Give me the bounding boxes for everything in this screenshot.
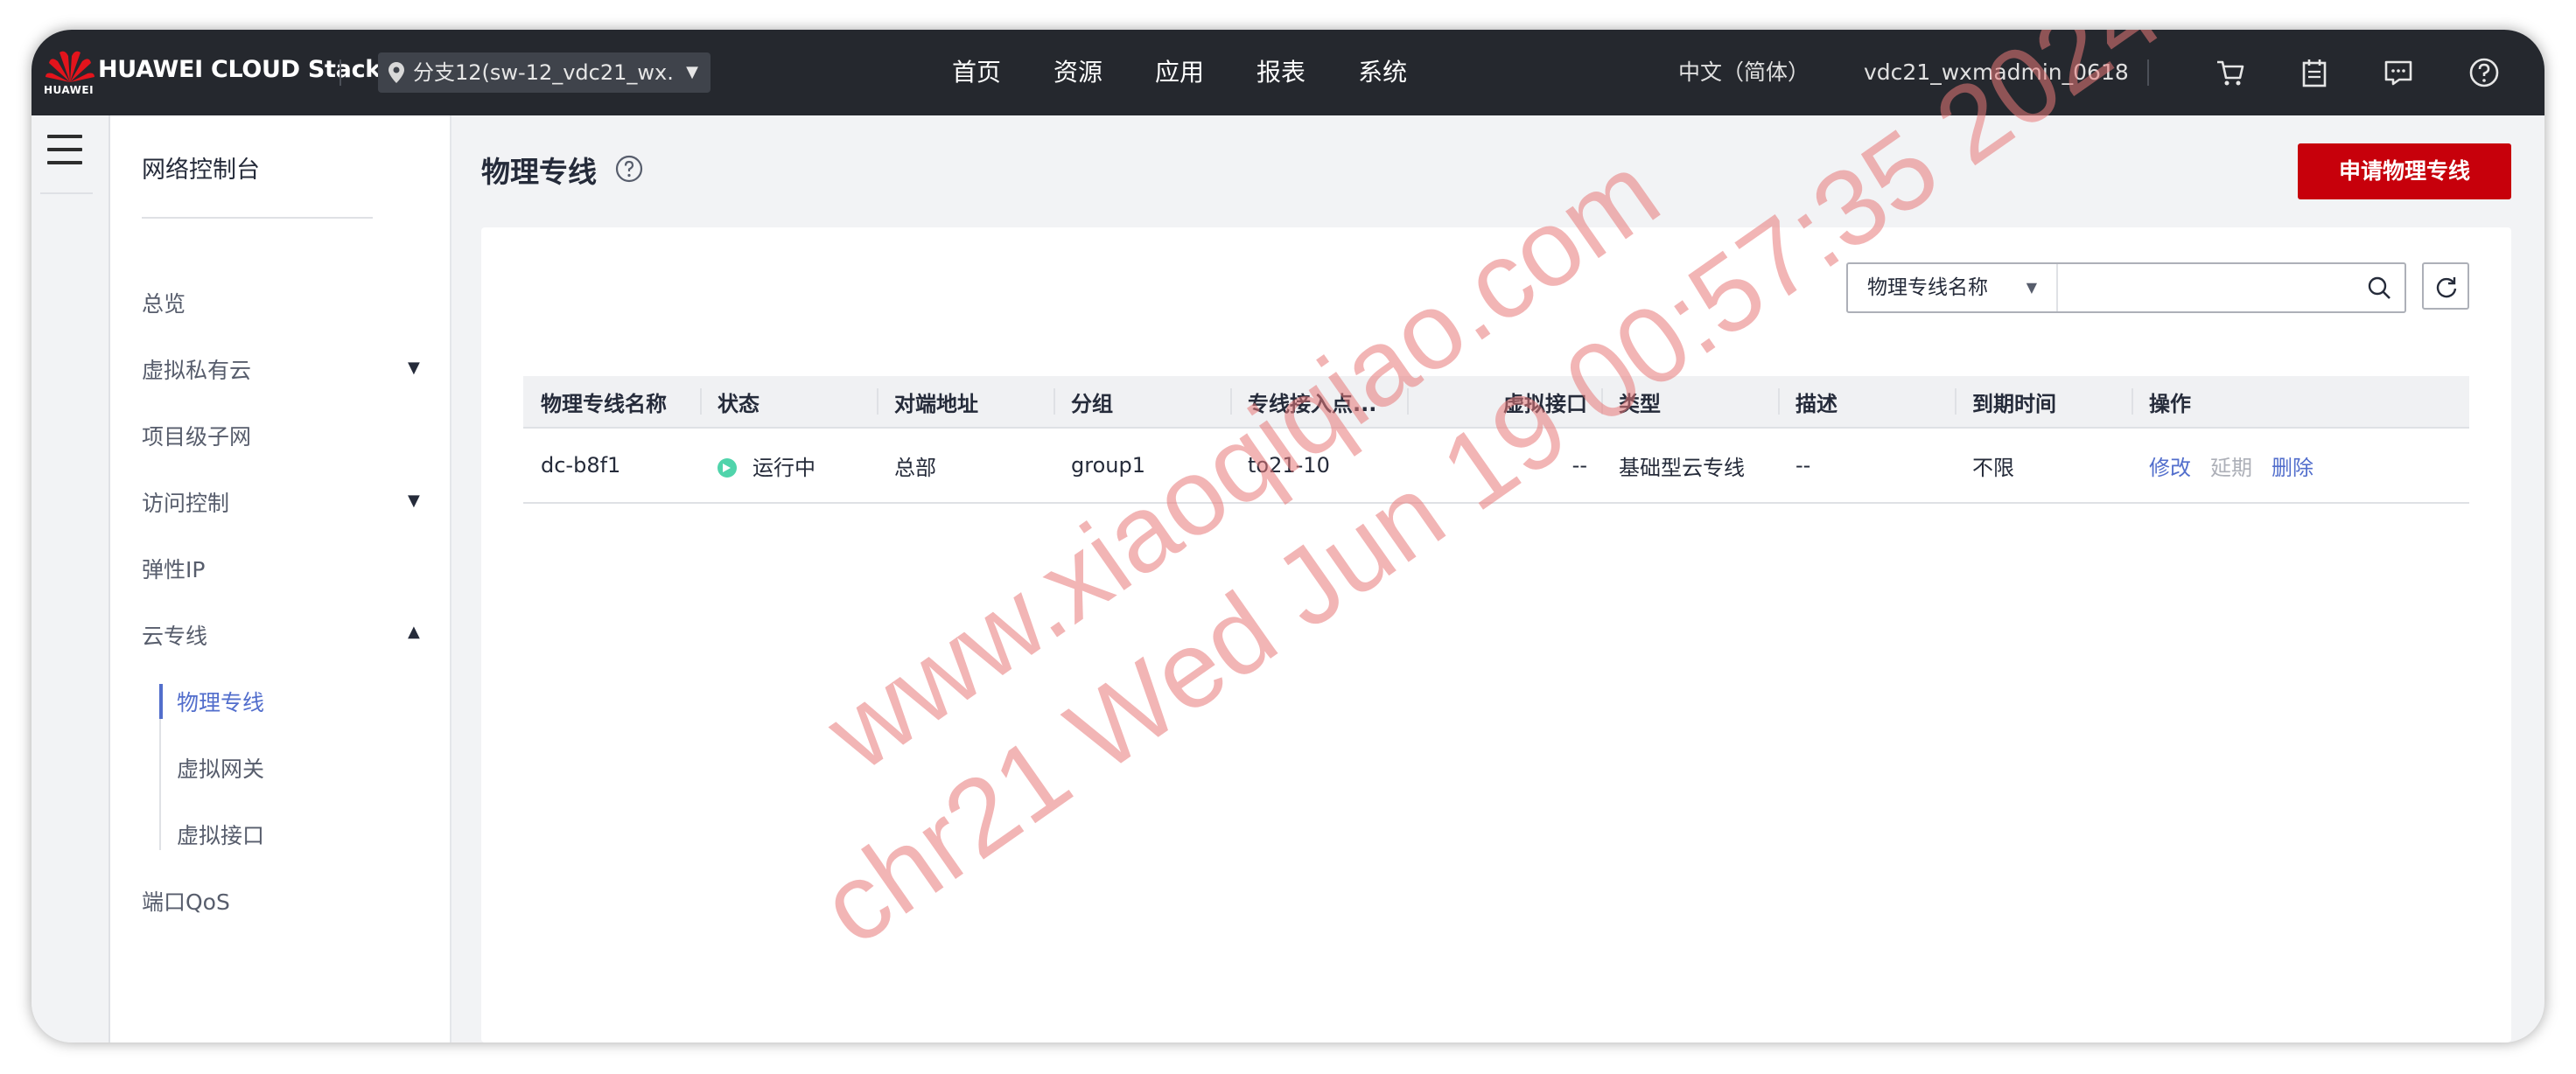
sidebar-item-vpc[interactable]: 虚拟私有云 (142, 353, 251, 385)
active-indicator (159, 684, 163, 719)
huawei-logo[interactable] (44, 44, 96, 107)
search-input[interactable] (2060, 264, 2361, 313)
search-icon[interactable] (2366, 275, 2392, 301)
search-field-label: 物理专线名称 (1867, 276, 1988, 299)
sidebar-item-virtual-gateway[interactable]: 虚拟网关 (177, 752, 264, 784)
cell-actions: 修改 延期 删除 (2132, 428, 2469, 504)
menu-icon[interactable] (47, 135, 82, 164)
calendar-icon[interactable] (2298, 56, 2331, 89)
divider (40, 192, 93, 194)
chevron-up-icon[interactable]: ▲ (408, 623, 420, 641)
sidebar-title: 网络控制台 (142, 157, 260, 184)
column-header[interactable]: 状态 (700, 376, 877, 429)
delete-link[interactable]: 删除 (2272, 456, 2314, 480)
modify-link[interactable]: 修改 (2149, 456, 2191, 480)
chevron-down-icon: ▼ (2026, 279, 2037, 296)
chevron-down-icon[interactable]: ▼ (408, 492, 420, 510)
cell-expiry: 不限 (1955, 428, 2132, 504)
search-box: 物理专线名称 ▼ (1846, 262, 2406, 313)
sidebar-item-virtual-interface[interactable]: 虚拟接口 (177, 819, 264, 850)
column-header: 操作 (2132, 376, 2469, 429)
nav-home[interactable]: 首页 (952, 30, 1001, 115)
nav-applications[interactable]: 应用 (1155, 30, 1204, 115)
sidebar-item-port-qos[interactable]: 端口QoS (142, 885, 230, 917)
status-label: 运行中 (752, 455, 816, 480)
nav-system[interactable]: 系统 (1358, 30, 1407, 115)
sidebar-item-eip[interactable]: 弹性IP (142, 553, 205, 584)
region-selector[interactable]: 分支12(sw-12_vdc21_wx... ▼ (378, 52, 710, 93)
divider (340, 59, 341, 86)
nav-resources[interactable]: 资源 (1054, 30, 1102, 115)
page-title: 物理专线 (481, 155, 597, 189)
nav-reports[interactable]: 报表 (1256, 30, 1306, 115)
apply-physical-line-button[interactable]: 申请物理专线 (2298, 143, 2511, 199)
column-header[interactable]: 到期时间 (1955, 376, 2132, 429)
sidebar-item-physical-line[interactable]: 物理专线 (177, 686, 264, 717)
sidebar-item-direct-connect[interactable]: 云专线 (142, 619, 207, 651)
sidebar: 网络控制台 总览 虚拟私有云 ▼ 项目级子网 访问控制 ▼ 弹性IP 云专线 ▲… (110, 115, 452, 1043)
sidebar-item-overview[interactable]: 总览 (142, 287, 186, 318)
help-icon[interactable] (614, 154, 644, 184)
refresh-icon (2436, 277, 2457, 298)
extend-link[interactable]: 延期 (2210, 456, 2252, 480)
column-header[interactable]: 描述 (1778, 376, 1955, 429)
logo-text: HUAWEI (44, 84, 94, 96)
chevron-down-icon: ▼ (686, 63, 698, 81)
side-rail (32, 115, 110, 1043)
refresh-button[interactable] (2422, 262, 2469, 310)
column-header[interactable]: 对端地址 (877, 376, 1054, 429)
status-running-icon (718, 457, 737, 478)
region-label: 分支12(sw-12_vdc21_wx... (413, 60, 676, 85)
help-icon[interactable] (2468, 56, 2501, 89)
main-nav: 首页 资源 应用 报表 系统 (952, 30, 1460, 115)
chevron-down-icon[interactable]: ▼ (408, 359, 420, 377)
cell-status: 运行中 (700, 428, 877, 504)
sidebar-item-project-subnet[interactable]: 项目级子网 (142, 420, 251, 451)
brand-name: HUAWEI CLOUD Stack (98, 56, 381, 83)
cell-name: dc-b8f1 (523, 428, 700, 504)
sidebar-item-access-control[interactable]: 访问控制 (142, 486, 229, 518)
cart-icon[interactable] (2214, 56, 2247, 89)
message-icon[interactable] (2382, 56, 2415, 89)
column-header[interactable]: 物理专线名称 (523, 376, 700, 429)
cell-peer-address: 总部 (877, 428, 1054, 504)
divider (142, 217, 373, 219)
app-window: HUAWEI HUAWEI CLOUD Stack 分支12(sw-12_vdc… (32, 30, 2544, 1043)
location-pin-icon (388, 62, 404, 83)
cell-description: -- (1778, 428, 1955, 504)
